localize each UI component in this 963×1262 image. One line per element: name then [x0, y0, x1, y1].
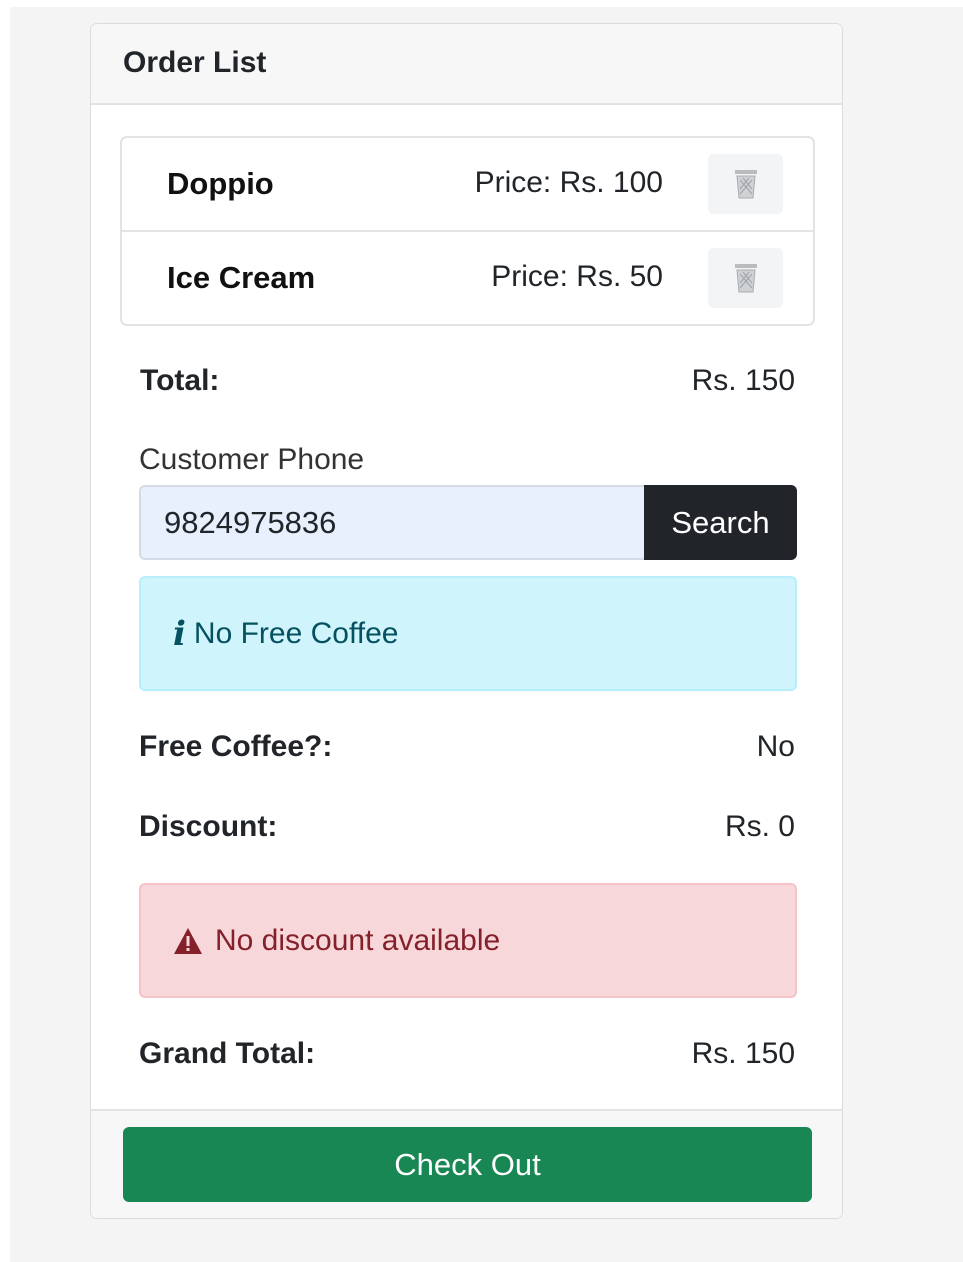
delete-item-button[interactable]: [708, 154, 783, 214]
trash-icon: [734, 170, 757, 199]
total-value: Rs. 150: [691, 364, 795, 397]
free-coffee-label: Free Coffee?:: [139, 730, 333, 763]
checkout-button[interactable]: Check Out: [123, 1127, 812, 1202]
discount-label: Discount:: [139, 810, 278, 843]
item-name: Ice Cream: [167, 260, 316, 295]
free-coffee-alert: i No Free Coffee: [139, 576, 797, 691]
free-coffee-value: No: [756, 730, 795, 763]
order-item-list: Doppio Price: Rs. 100 Ice Cream Price: R…: [120, 136, 815, 326]
page-title: Order List: [123, 46, 267, 79]
item-name: Doppio: [167, 166, 274, 201]
card-header: Order List: [91, 24, 842, 105]
total-label: Total:: [140, 364, 220, 397]
list-item: Ice Cream Price: Rs. 50: [122, 232, 813, 324]
discount-alert: No discount available: [139, 883, 797, 998]
grand-total-label: Grand Total:: [139, 1037, 316, 1070]
customer-phone-label: Customer Phone: [139, 443, 365, 476]
delete-item-button[interactable]: [708, 248, 783, 308]
card-footer: Check Out: [91, 1109, 842, 1218]
search-button[interactable]: Search: [644, 485, 797, 560]
warning-icon: [173, 927, 203, 955]
list-item: Doppio Price: Rs. 100: [122, 138, 813, 232]
trash-icon: [734, 264, 757, 293]
grand-total-value: Rs. 150: [691, 1037, 795, 1070]
order-card: Order List Doppio Price: Rs. 100 Ice Cre…: [90, 23, 843, 1219]
free-coffee-alert-text: No Free Coffee: [193, 616, 399, 650]
info-icon: i: [173, 613, 186, 654]
customer-phone-input[interactable]: [139, 485, 644, 560]
discount-alert-text: No discount available: [215, 923, 501, 957]
item-price: Price: Rs. 50: [491, 260, 663, 293]
item-price: Price: Rs. 100: [474, 166, 663, 199]
discount-value: Rs. 0: [724, 810, 795, 843]
